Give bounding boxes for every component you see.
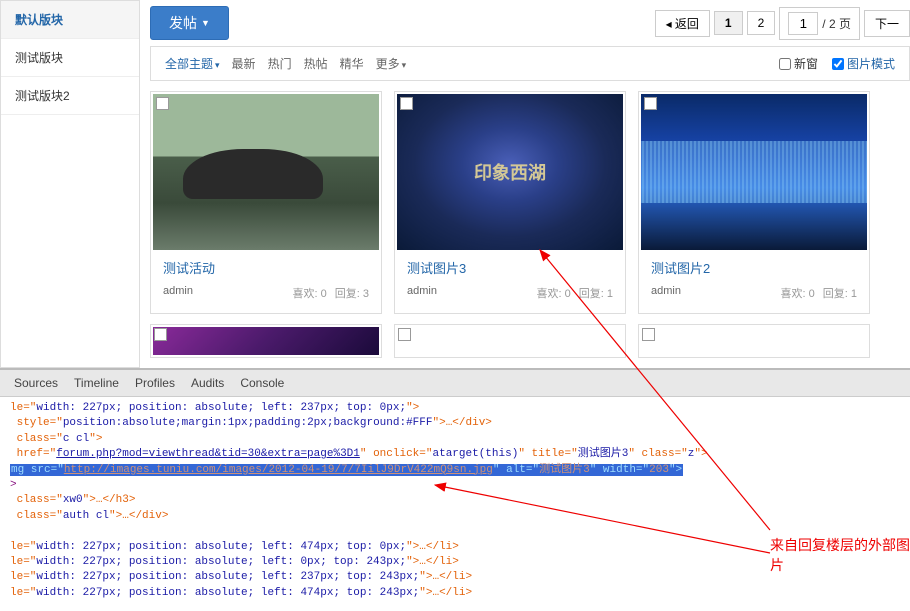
thread-title[interactable]: 测试活动 — [153, 250, 379, 279]
thread-author[interactable]: admin — [651, 285, 681, 301]
forum-sidebar: 默认版块 测试版块 测试版块2 — [0, 0, 140, 368]
thread-stats: 喜欢: 0 回复: 1 — [537, 285, 614, 301]
thread-author[interactable]: admin — [407, 285, 437, 301]
card-checkbox[interactable] — [156, 97, 169, 110]
thread-stats: 喜欢: 0 回复: 3 — [293, 285, 370, 301]
back-button[interactable]: ◂ 返回 — [655, 10, 710, 37]
thread-card[interactable] — [394, 324, 626, 358]
thread-stats: 喜欢: 0 回复: 1 — [781, 285, 858, 301]
card-checkbox[interactable] — [644, 97, 657, 110]
thread-card[interactable]: 测试图片2 admin 喜欢: 0 回复: 1 — [638, 91, 870, 314]
sidebar-item-test1[interactable]: 测试版块 — [1, 39, 139, 77]
devtools-tab-sources[interactable]: Sources — [14, 376, 58, 390]
caret-down-icon: ▾ — [215, 60, 220, 70]
thread-author[interactable]: admin — [163, 285, 193, 301]
card-checkbox[interactable] — [400, 97, 413, 110]
page-input[interactable] — [788, 12, 818, 35]
thread-card-row2 — [150, 324, 910, 368]
thread-title[interactable]: 测试图片2 — [641, 250, 867, 279]
pic-mode-input[interactable] — [832, 58, 844, 70]
card-checkbox[interactable] — [642, 328, 655, 341]
thread-card[interactable]: 测试活动 admin 喜欢: 0 回复: 3 — [150, 91, 382, 314]
filter-digest[interactable]: 精华 — [340, 55, 364, 72]
filter-hot[interactable]: 热帖 — [304, 55, 328, 72]
devtools-tab-profiles[interactable]: Profiles — [135, 376, 175, 390]
devtools-tabs: Sources Timeline Profiles Audits Console — [0, 370, 910, 397]
thread-thumbnail: 印象西湖 — [397, 94, 623, 250]
new-window-input[interactable] — [779, 58, 791, 70]
filter-all[interactable]: 全部主题▾ — [165, 55, 220, 72]
page-2-button[interactable]: 2 — [747, 11, 776, 35]
filter-more[interactable]: 更多▾ — [376, 55, 407, 72]
pic-mode-checkbox[interactable]: 图片模式 — [832, 55, 895, 72]
thread-card[interactable]: 印象西湖 测试图片3 admin 喜欢: 0 回复: 1 — [394, 91, 626, 314]
post-button[interactable]: 发帖 ▼ — [150, 6, 229, 40]
post-button-label: 发帖 — [169, 13, 197, 33]
new-window-checkbox[interactable]: 新窗 — [779, 55, 818, 72]
thread-card-grid: 测试活动 admin 喜欢: 0 回复: 3 印象西湖 测试图片3 admin — [150, 81, 910, 324]
thread-card[interactable] — [638, 324, 870, 358]
devtools-tab-console[interactable]: Console — [240, 376, 284, 390]
sidebar-item-test2[interactable]: 测试版块2 — [1, 77, 139, 115]
thread-thumbnail — [641, 94, 867, 250]
next-button[interactable]: 下一 — [864, 10, 910, 37]
filter-bar: 全部主题▾ 最新 热门 热帖 精华 更多▾ 新窗 图片模式 — [150, 46, 910, 81]
thread-card[interactable] — [150, 324, 382, 358]
thread-thumbnail — [153, 94, 379, 250]
page-total: / 2 页 — [779, 7, 860, 40]
filter-popular[interactable]: 热门 — [268, 55, 292, 72]
filter-latest[interactable]: 最新 — [232, 55, 256, 72]
caret-down-icon: ▼ — [201, 18, 210, 28]
card-checkbox[interactable] — [398, 328, 411, 341]
page-1-button[interactable]: 1 — [714, 11, 743, 35]
page-total-label: / 2 页 — [822, 15, 851, 32]
card-checkbox[interactable] — [154, 328, 167, 341]
sidebar-item-default[interactable]: 默认版块 — [1, 1, 139, 39]
annotation-label: 来自回复楼层的外部图片 — [770, 535, 910, 575]
caret-down-icon: ▾ — [402, 60, 407, 70]
devtools-tab-audits[interactable]: Audits — [191, 376, 224, 390]
thread-title[interactable]: 测试图片3 — [397, 250, 623, 279]
thread-thumbnail — [153, 327, 379, 355]
devtools-tab-timeline[interactable]: Timeline — [74, 376, 119, 390]
pagination: ◂ 返回 1 2 / 2 页 下一 — [655, 7, 910, 40]
